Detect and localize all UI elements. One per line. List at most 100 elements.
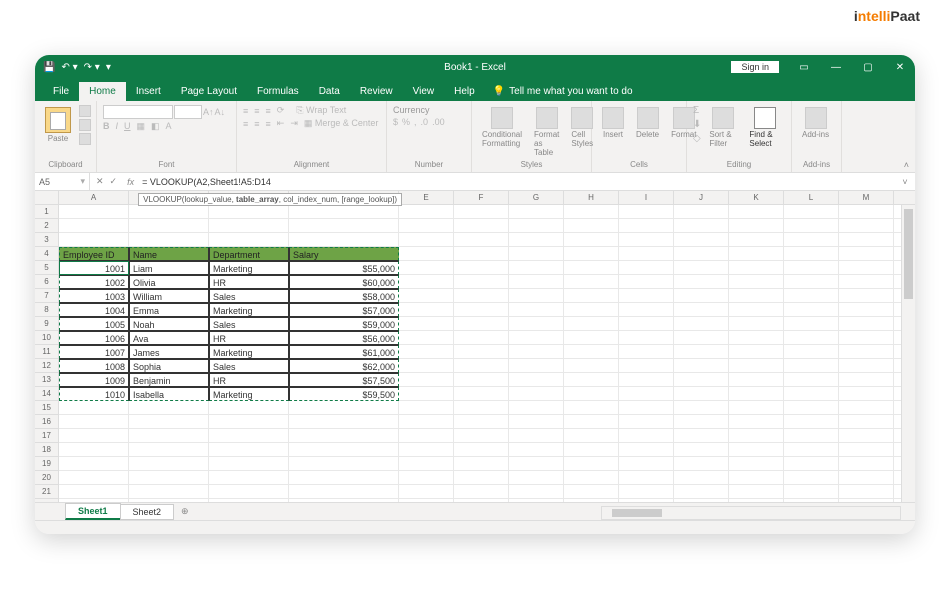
format-as-table-button[interactable]: Format as Table — [530, 105, 563, 159]
cell[interactable] — [839, 401, 894, 415]
cell[interactable] — [509, 331, 564, 345]
cell[interactable]: $57,500 — [289, 373, 399, 387]
cell[interactable] — [784, 387, 839, 401]
column-header[interactable]: I — [619, 191, 674, 205]
number-format-select[interactable]: Currency — [393, 105, 465, 115]
cell[interactable] — [564, 317, 619, 331]
row-header[interactable]: 5 — [35, 261, 59, 275]
tab-file[interactable]: File — [43, 82, 79, 101]
row-header[interactable]: 14 — [35, 387, 59, 401]
copy-icon[interactable] — [79, 119, 91, 131]
cell[interactable] — [619, 429, 674, 443]
cell[interactable] — [509, 233, 564, 247]
cell[interactable] — [399, 373, 454, 387]
formula-bar[interactable]: = VLOOKUP(A2,Sheet1!A5:D14 VLOOKUP(looku… — [138, 177, 895, 187]
cell[interactable] — [454, 429, 509, 443]
cell[interactable] — [399, 205, 454, 219]
cell[interactable] — [839, 233, 894, 247]
cell[interactable] — [619, 205, 674, 219]
align-left-icon[interactable]: ≡ — [243, 119, 248, 129]
column-header[interactable]: F — [454, 191, 509, 205]
fx-icon[interactable]: fx — [123, 177, 138, 187]
cell[interactable] — [619, 275, 674, 289]
cell[interactable] — [839, 205, 894, 219]
cell[interactable] — [839, 443, 894, 457]
cell[interactable] — [509, 261, 564, 275]
column-header[interactable]: E — [399, 191, 454, 205]
column-header[interactable]: G — [509, 191, 564, 205]
cell[interactable] — [454, 205, 509, 219]
cell[interactable] — [839, 429, 894, 443]
column-header[interactable]: J — [674, 191, 729, 205]
column-header[interactable]: A — [59, 191, 129, 205]
cell[interactable]: $59,500 — [289, 387, 399, 401]
cell[interactable] — [564, 373, 619, 387]
cell[interactable] — [209, 443, 289, 457]
vertical-scrollbar[interactable] — [901, 205, 915, 502]
tab-formulas[interactable]: Formulas — [247, 82, 309, 101]
row-header[interactable]: 12 — [35, 359, 59, 373]
cell[interactable] — [784, 261, 839, 275]
cell[interactable] — [399, 233, 454, 247]
increase-indent-icon[interactable]: ⇥ — [290, 118, 298, 129]
cell[interactable] — [674, 205, 729, 219]
cell[interactable] — [729, 247, 784, 261]
cell[interactable] — [129, 471, 209, 485]
tab-home[interactable]: Home — [79, 82, 126, 101]
decrease-font-icon[interactable]: A↓ — [215, 107, 226, 117]
cell[interactable] — [784, 275, 839, 289]
cell[interactable] — [399, 219, 454, 233]
cell[interactable] — [729, 471, 784, 485]
cell[interactable] — [674, 485, 729, 499]
align-center-icon[interactable]: ≡ — [254, 119, 259, 129]
cell[interactable] — [729, 317, 784, 331]
cell[interactable] — [674, 471, 729, 485]
cell[interactable] — [454, 219, 509, 233]
cell[interactable]: Salary — [289, 247, 399, 261]
cell[interactable] — [784, 457, 839, 471]
cell[interactable] — [729, 373, 784, 387]
fill-color-icon[interactable]: ◧ — [151, 121, 160, 132]
cell[interactable] — [399, 471, 454, 485]
cell[interactable] — [674, 275, 729, 289]
cell[interactable] — [454, 233, 509, 247]
align-top-icon[interactable]: ≡ — [243, 106, 248, 116]
row-header[interactable]: 21 — [35, 485, 59, 499]
cell[interactable] — [619, 303, 674, 317]
cell[interactable] — [619, 373, 674, 387]
cell[interactable]: Noah — [129, 317, 209, 331]
cell[interactable]: 1003 — [59, 289, 129, 303]
close-icon[interactable]: ✕ — [885, 55, 915, 79]
cell[interactable]: $58,000 — [289, 289, 399, 303]
cell[interactable] — [399, 415, 454, 429]
cell[interactable] — [454, 303, 509, 317]
cell[interactable] — [784, 401, 839, 415]
cell[interactable] — [784, 247, 839, 261]
cell[interactable] — [729, 219, 784, 233]
cell[interactable] — [784, 219, 839, 233]
paste-button[interactable]: Paste — [41, 105, 75, 145]
cell[interactable] — [564, 233, 619, 247]
cell[interactable]: 1004 — [59, 303, 129, 317]
cell[interactable]: Marketing — [209, 303, 289, 317]
bold-button[interactable]: B — [103, 121, 110, 132]
cell[interactable]: 1007 — [59, 345, 129, 359]
cell[interactable] — [59, 219, 129, 233]
cell[interactable] — [674, 373, 729, 387]
cell[interactable] — [784, 443, 839, 457]
cell[interactable] — [674, 387, 729, 401]
cell[interactable] — [729, 429, 784, 443]
decrease-indent-icon[interactable]: ⇤ — [277, 118, 285, 129]
cell[interactable] — [209, 401, 289, 415]
cell[interactable] — [59, 471, 129, 485]
cell[interactable] — [454, 247, 509, 261]
cell[interactable] — [399, 485, 454, 499]
column-header[interactable]: K — [729, 191, 784, 205]
cell[interactable] — [399, 331, 454, 345]
cell[interactable] — [839, 387, 894, 401]
minimize-icon[interactable]: — — [821, 55, 851, 79]
cell[interactable] — [619, 499, 674, 502]
tab-view[interactable]: View — [403, 82, 445, 101]
delete-cells-button[interactable]: Delete — [632, 105, 663, 141]
cell[interactable] — [839, 471, 894, 485]
